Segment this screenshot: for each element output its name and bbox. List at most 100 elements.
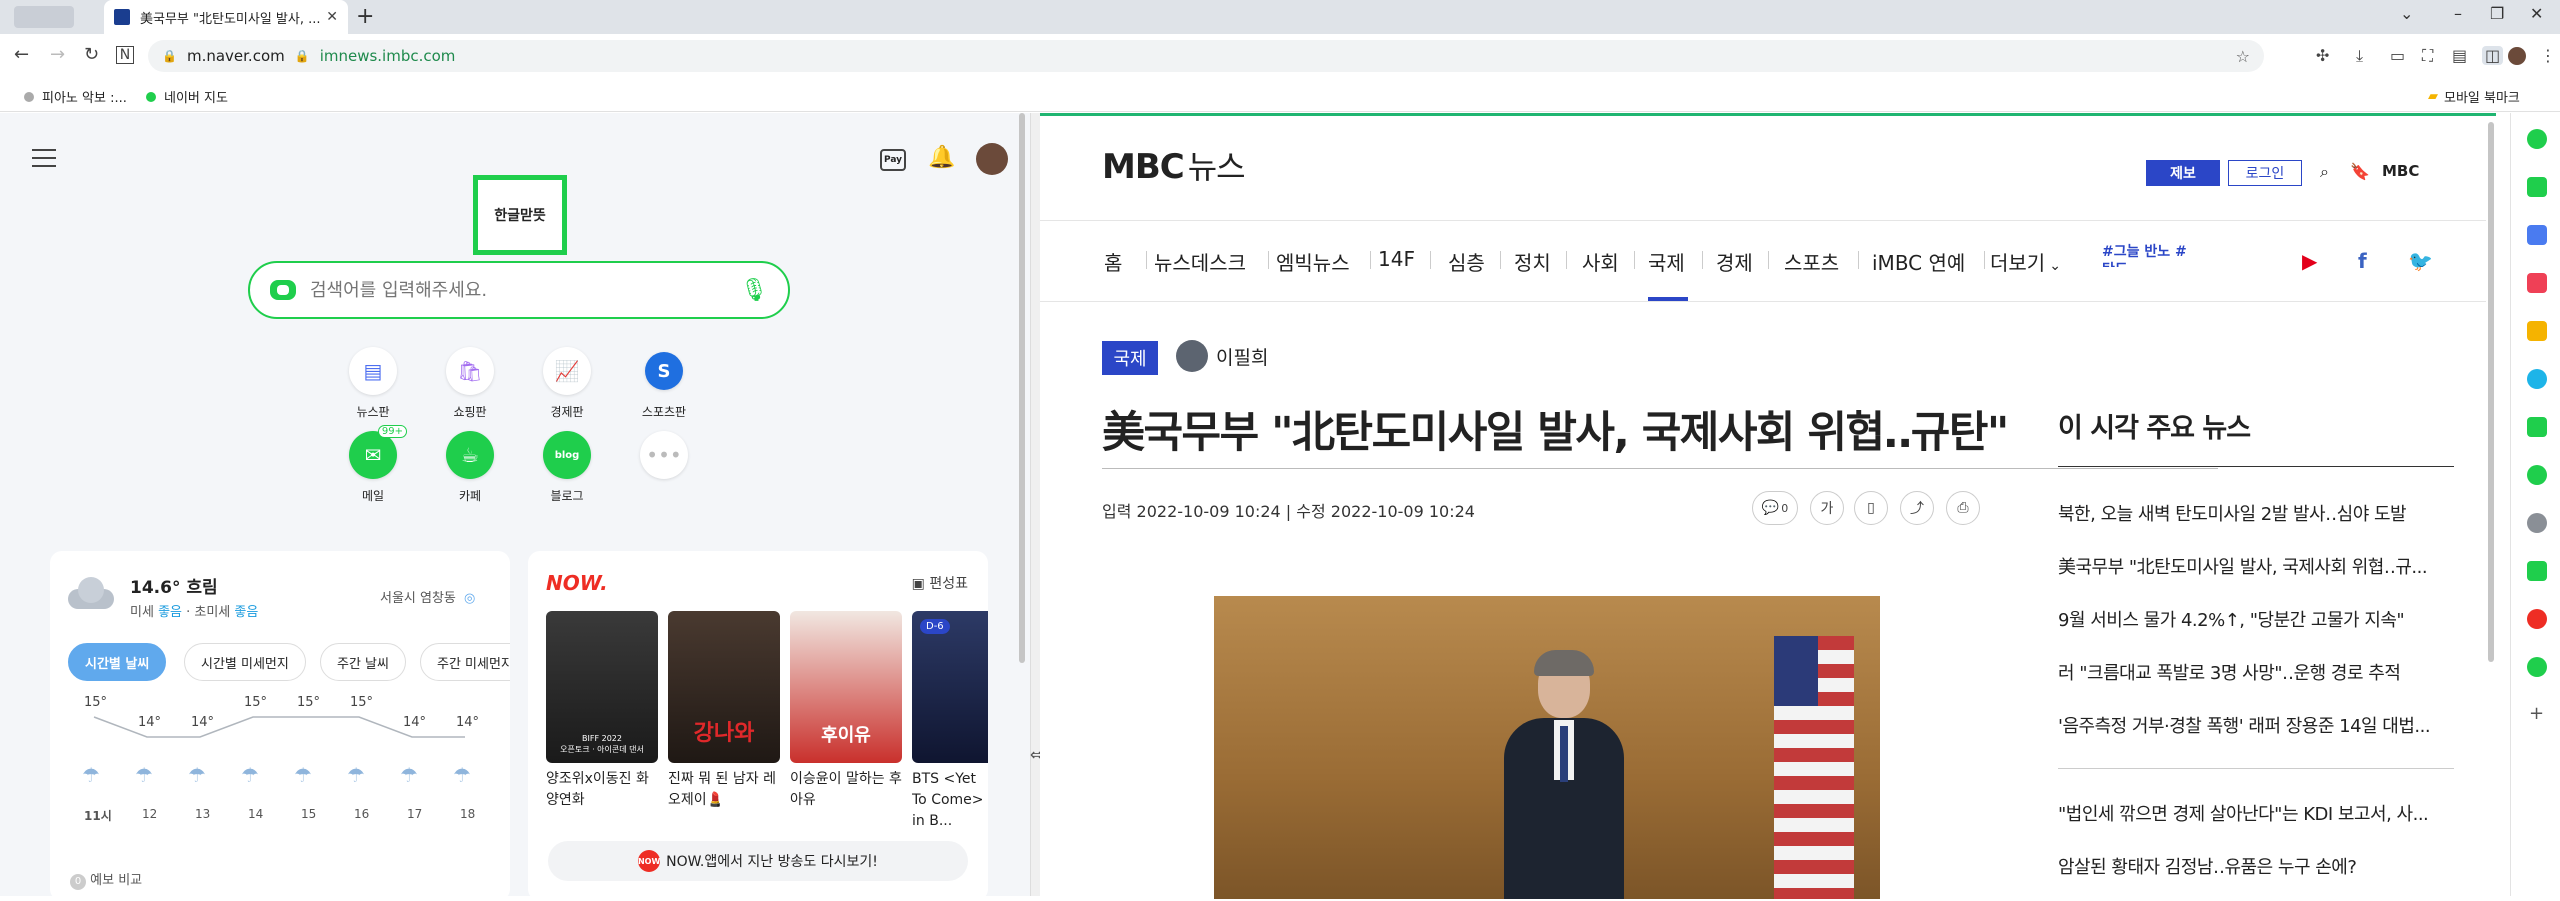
menu-kebab-icon[interactable]: ⋮ — [2540, 46, 2556, 65]
now-caption[interactable]: BTS <Yet To Come> in B... — [912, 769, 988, 832]
profile-avatar[interactable] — [2508, 47, 2526, 65]
new-tab-button[interactable]: + — [356, 4, 374, 29]
shortcut-economy[interactable]: 📈 경제판 — [527, 347, 607, 420]
now-thumbnail[interactable]: 강나와 — [668, 611, 780, 763]
nav-entertainment[interactable]: iMBC 연예 — [1872, 247, 1965, 276]
shortcut-more[interactable]: ••• — [624, 431, 704, 487]
top-news-item[interactable]: 북한, 오늘 새벽 탄도미사일 2발 발사‥심야 도발 — [2058, 500, 2454, 526]
share-icon[interactable]: ⤴ — [1900, 491, 1934, 525]
papago-ext-icon[interactable] — [2527, 369, 2547, 389]
calendar-ext-icon[interactable] — [2527, 225, 2547, 245]
download-icon[interactable]: ⤓ — [2356, 46, 2363, 66]
mbc-news-logo[interactable]: MBC 뉴스 — [1102, 142, 1246, 188]
nav-world[interactable]: 국제 — [1648, 247, 1685, 276]
shortcut-cafe[interactable]: ☕ 카페 — [430, 431, 510, 504]
note-ext-icon[interactable] — [2527, 177, 2547, 197]
minimize-button[interactable]: – — [2454, 4, 2462, 23]
hamburger-menu-icon[interactable] — [32, 149, 56, 173]
extension-icon[interactable]: ✣ — [2316, 46, 2329, 65]
nav-more[interactable]: 더보기 ⌄ — [1990, 247, 2061, 276]
nav-sports[interactable]: 스포츠 — [1784, 247, 1839, 276]
comment-button[interactable]: 💬 0 — [1752, 491, 1798, 525]
location-refresh-icon[interactable]: ◎ — [464, 591, 475, 606]
bookmark-item[interactable]: 피아노 악보 :... — [24, 87, 127, 106]
split-view-icon[interactable]: ◫ — [2482, 46, 2504, 65]
bookmark-article-icon[interactable]: ▯ — [1854, 491, 1888, 525]
bookmark-star-icon[interactable]: ☆ — [2236, 47, 2250, 66]
youtube-icon[interactable]: ▶ — [2302, 249, 2317, 273]
screenshot-icon[interactable]: ⛶ — [2422, 46, 2433, 66]
reload-icon[interactable]: ↻ — [84, 44, 99, 65]
right-scrollbar[interactable] — [2486, 116, 2496, 666]
top-news-item[interactable]: '음주측정 거부·경찰 폭행' 래퍼 장용준 14일 대법... — [2058, 712, 2454, 738]
tab-weekly-dust[interactable]: 주간 미세먼지 — [420, 643, 510, 681]
tab-hourly-weather[interactable]: 시간별 날씨 — [68, 643, 167, 681]
omnibox[interactable]: 🔒 m.naver.com 🔒 imnews.imbc.com ☆ — [148, 40, 2264, 72]
shortcut-news[interactable]: ▤ 뉴스판 — [333, 347, 413, 420]
webtoon-ext-icon[interactable] — [2527, 561, 2547, 581]
forecast-compare-link[interactable]: 0 예보 비교 — [70, 869, 142, 890]
now-thumbnail[interactable]: 후이유 — [790, 611, 902, 763]
close-icon[interactable]: ✕ — [326, 9, 338, 25]
top-news-item[interactable]: 美국무부 "北탄도미사일 발사, 국제사회 위협‥규... — [2058, 553, 2454, 579]
tip-button[interactable]: 제보 — [2146, 160, 2220, 186]
mic-icon[interactable]: 🎙 — [740, 278, 768, 303]
shortcut-blog[interactable]: blog 블로그 — [527, 431, 607, 504]
back-icon[interactable]: ← — [14, 44, 29, 65]
nav-newsdesk[interactable]: 뉴스데스크 — [1154, 247, 1246, 276]
play-ext-icon[interactable] — [2527, 465, 2547, 485]
tab-weekly-weather[interactable]: 주간 날씨 — [320, 643, 406, 681]
mobile-bookmark-folder[interactable]: ▰ 모바일 북마크 — [2428, 87, 2520, 106]
category-badge[interactable]: 국제 — [1102, 341, 1158, 375]
top-news-item[interactable]: 암살된 황태자 김정남‥유품은 누구 손에? — [2058, 853, 2454, 879]
nav-14f[interactable]: 14F — [1378, 247, 1415, 271]
search-input[interactable] — [310, 279, 741, 301]
now-caption[interactable]: 진짜 뭐 된 남자 레오제이💄 — [668, 769, 780, 811]
character-ext-icon[interactable] — [2527, 513, 2547, 533]
nav-indepth[interactable]: 심층 — [1448, 247, 1485, 276]
nav-economy[interactable]: 경제 — [1716, 247, 1753, 276]
top-news-item[interactable]: 9월 서비스 물가 4.2%↑, "당분간 고물가 지속" — [2058, 606, 2454, 632]
mbc-home-link[interactable]: MBC — [2382, 162, 2419, 180]
shortcut-sports[interactable]: S 스포츠판 — [624, 347, 704, 420]
hashtag-link[interactable]: #그늘 반노 #탄도 — [2102, 243, 2192, 267]
now-caption[interactable]: 이승윤이 말하는 후아유 — [790, 769, 902, 811]
nav-society[interactable]: 사회 — [1582, 247, 1619, 276]
now-thumbnail[interactable]: D-6 — [912, 611, 988, 763]
print-icon[interactable]: ⎙ — [1946, 491, 1980, 525]
reporter-byline[interactable]: 이필희 — [1176, 340, 1268, 372]
nav-politics[interactable]: 정치 — [1514, 247, 1551, 276]
bell-icon[interactable]: 🔔 — [928, 145, 955, 170]
search-icon[interactable]: ⌕ — [2320, 162, 2329, 182]
font-size-button[interactable]: 가 — [1810, 491, 1844, 525]
translate-icon[interactable]: ▤ — [2452, 46, 2467, 65]
weather-location[interactable]: 서울시 염창동 ◎ — [380, 587, 475, 606]
naver-home-icon[interactable]: N — [116, 46, 134, 64]
bookmark-item[interactable]: 네이버 지도 — [146, 87, 228, 106]
restore-button[interactable]: ❐ — [2490, 4, 2504, 23]
now-thumbnail[interactable]: BIFF 2022 오픈토크 · 아이콘데 댄서 — [546, 611, 658, 763]
shortcut-mail[interactable]: ✉ 99+ 메일 — [333, 425, 413, 504]
shortcut-shopping[interactable]: 🛍 쇼핑판 — [430, 347, 510, 420]
nav-mbig[interactable]: 엠빅뉴스 — [1276, 247, 1350, 276]
top-news-item[interactable]: "법인세 깎으면 경제 살아난다"는 KDI 보고서, 사... — [2058, 800, 2454, 826]
avatar[interactable] — [976, 143, 1008, 175]
add-icon[interactable]: + — [2529, 703, 2544, 724]
now-ext-icon[interactable] — [2527, 609, 2547, 629]
bookmark-icon[interactable]: 🔖 — [2350, 162, 2370, 181]
naver-pay-icon[interactable]: Pay — [880, 149, 906, 171]
top-news-item[interactable]: 러 "크름대교 폭발로 3명 사망"‥운행 경로 추적 — [2058, 659, 2454, 685]
forward-icon[interactable]: → — [50, 44, 65, 65]
memo-ext-icon[interactable] — [2527, 417, 2547, 437]
naver-ext-icon[interactable] — [2527, 129, 2547, 149]
cast-icon[interactable]: ▭ — [2390, 46, 2405, 65]
tab-list-chevron-icon[interactable]: ⌄ — [2400, 4, 2413, 23]
now-caption[interactable]: 양조위x이동진 화양연화 — [546, 769, 658, 811]
login-button[interactable]: 로그인 — [2228, 160, 2302, 186]
schedule-link[interactable]: ▣ 편성표 — [912, 573, 968, 593]
now-app-button[interactable]: NOW NOW.앱에서 지난 방송도 다시보기! — [548, 841, 968, 881]
star-ext-icon[interactable] — [2527, 321, 2547, 341]
close-window-button[interactable]: ✕ — [2530, 4, 2543, 23]
twitter-icon[interactable]: 🐦 — [2408, 249, 2433, 273]
nav-home[interactable]: 홈 — [1104, 247, 1122, 276]
